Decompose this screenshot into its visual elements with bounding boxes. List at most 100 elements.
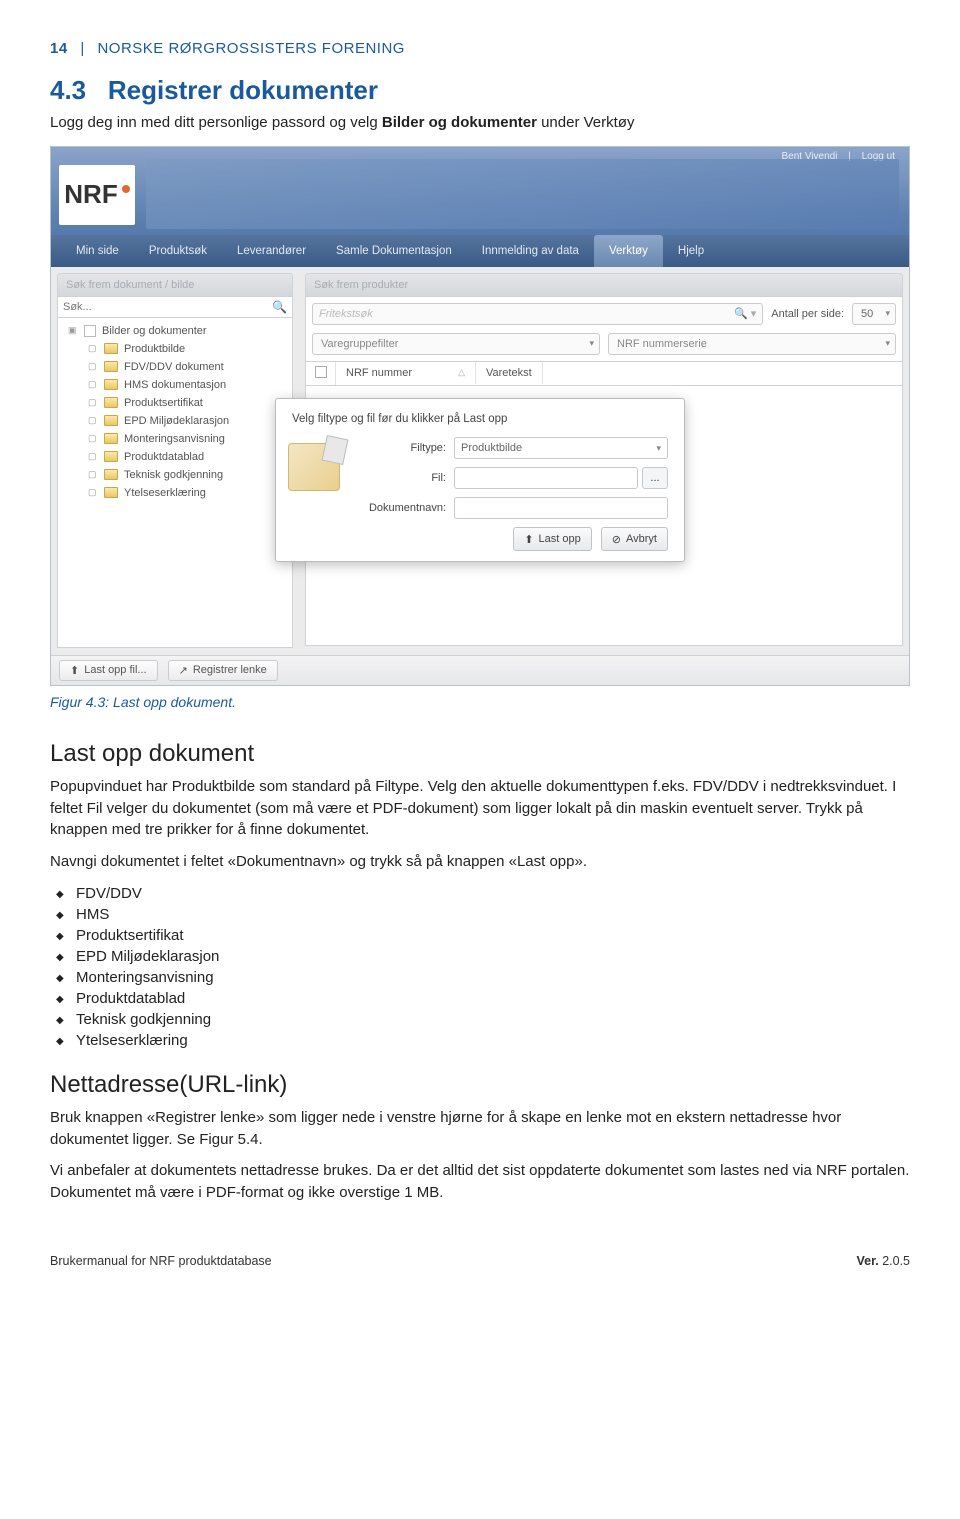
button-label: Last opp fil...	[84, 664, 146, 676]
footer-right: Ver. 2.0.5	[856, 1254, 910, 1268]
tree-item-produktdatablad[interactable]: ▢ Produktdatablad	[80, 448, 290, 466]
last-opp-p1: Popupvinduet har Produktbilde som standa…	[50, 776, 910, 841]
link-icon: ↗	[179, 664, 188, 677]
right-pane-header: Søk frem produkter	[305, 273, 903, 297]
freetext-placeholder: Fritekstsøk	[319, 308, 373, 320]
folder-icon	[104, 433, 118, 444]
col-varetekst[interactable]: Varetekst	[476, 362, 543, 384]
filter-label: Varegruppefilter	[321, 338, 398, 350]
per-page-label: Antall per side:	[771, 308, 844, 320]
filtype-select[interactable]: Produktbilde	[454, 437, 668, 459]
nav-leverandorer[interactable]: Leverandører	[222, 235, 321, 267]
expand-icon[interactable]: ▢	[88, 469, 98, 480]
folder-icon	[104, 415, 118, 426]
cancel-icon: ⊘	[612, 533, 621, 546]
footer-version-label: Ver.	[856, 1254, 878, 1268]
tree-children: ▢ Produktbilde ▢ FDV/DDV dokument ▢HMS dok…	[60, 340, 290, 502]
folder-icon	[104, 343, 118, 354]
folder-icon	[104, 361, 118, 372]
intro-text-post: under Verktøy	[537, 114, 635, 131]
last-opp-heading: Last opp dokument	[50, 740, 910, 768]
freetext-search[interactable]: Fritekstsøk 🔍 ▾	[312, 303, 763, 325]
browse-button[interactable]: ...	[642, 467, 668, 489]
upload-button[interactable]: ⬆ Last opp	[513, 527, 591, 551]
tree-item-ytelseserklaering[interactable]: ▢Ytelseserklæring	[80, 484, 290, 502]
doc-search-row: 🔍	[57, 297, 293, 318]
expand-icon[interactable]: ▢	[88, 397, 98, 408]
tree-label: Produktbilde	[124, 343, 185, 355]
nrf-nummerserie-filter[interactable]: NRF nummerserie	[608, 333, 896, 355]
left-pane-header: Søk frem dokument / bilde	[57, 273, 293, 297]
nav-produktsok[interactable]: Produktsøk	[134, 235, 222, 267]
folder-icon	[104, 451, 118, 462]
cancel-button[interactable]: ⊘ Avbryt	[601, 527, 668, 551]
button-label: Last opp	[539, 533, 581, 545]
tree-label: Monteringsanvisning	[124, 433, 225, 445]
page-number: 14	[50, 40, 68, 57]
upload-illustration-icon	[288, 443, 340, 491]
app-screenshot: Bent Vivendi | Logg ut NRF Min side Prod…	[50, 146, 910, 686]
col-nrf-nummer[interactable]: NRF nummer△	[336, 362, 476, 384]
expand-icon[interactable]: ▢	[88, 487, 98, 498]
document-type-list: FDV/DDV HMS Produktsertifikat EPD Miljød…	[50, 883, 910, 1051]
left-pane: Søk frem dokument / bilde 🔍 ▣ Bilder og …	[51, 267, 299, 655]
varegruppe-filter[interactable]: Varegruppefilter	[312, 333, 600, 355]
expand-icon[interactable]: ▢	[88, 343, 98, 354]
folder-icon	[104, 487, 118, 498]
select-all-cell[interactable]	[306, 362, 336, 385]
url-p1: Bruk knappen «Registrer lenke» som ligge…	[50, 1107, 910, 1151]
nav-samle-dokumentasjon[interactable]: Samle Dokumentasjon	[321, 235, 467, 267]
document-tree: ▣ Bilder og dokumenter ▢ Produktbilde ▢ FD…	[57, 318, 293, 648]
nav-hjelp[interactable]: Hjelp	[663, 235, 719, 267]
dokumentnavn-label: Dokumentnavn:	[350, 502, 446, 514]
nav-innmelding[interactable]: Innmelding av data	[467, 235, 594, 267]
button-label: Avbryt	[626, 533, 657, 545]
expand-icon[interactable]: ▢	[88, 361, 98, 372]
modal-title: Velg filtype og fil før du klikker på La…	[292, 413, 668, 425]
tree-root[interactable]: ▣ Bilder og dokumenter	[60, 322, 290, 340]
filter-label: NRF nummerserie	[617, 338, 707, 350]
list-item: FDV/DDV	[76, 883, 910, 904]
nav-min-side[interactable]: Min side	[61, 235, 134, 267]
register-link-button[interactable]: ↗ Registrer lenke	[168, 660, 278, 681]
footer-left: Brukermanual for NRF produktdatabase	[50, 1254, 272, 1268]
per-page-select[interactable]: 50	[852, 303, 896, 325]
nrf-logo: NRF	[59, 165, 135, 225]
filtype-value: Produktbilde	[461, 442, 522, 454]
header-separator: |	[80, 40, 84, 57]
search-icon[interactable]: 🔍	[272, 300, 287, 314]
expand-icon[interactable]: ▢	[88, 451, 98, 462]
upload-icon: ⬆	[524, 533, 533, 546]
tree-label: FDV/DDV dokument	[124, 361, 224, 373]
tree-item-montering[interactable]: ▢ Monteringsanvisning	[80, 430, 290, 448]
tree-item-produktsertifikat[interactable]: ▢Produktsertifikat	[80, 394, 290, 412]
expand-icon[interactable]: ▢	[88, 433, 98, 444]
checkbox-icon[interactable]	[315, 366, 327, 378]
doc-icon	[84, 325, 96, 337]
list-item: Produktdatablad	[76, 988, 910, 1009]
last-opp-p2: Navngi dokumentet i feltet «Dokumentnavn…	[50, 851, 910, 873]
collapse-icon[interactable]: ▣	[68, 325, 78, 336]
expand-icon[interactable]: ▢	[88, 379, 98, 390]
expand-icon[interactable]: ▢	[88, 415, 98, 426]
intro-text-pre: Logg deg inn med ditt personlige passord…	[50, 114, 382, 131]
banner-illustration	[146, 159, 899, 229]
tree-item-teknisk[interactable]: ▢Teknisk godkjenning	[80, 466, 290, 484]
tree-item-produktbilde[interactable]: ▢ Produktbilde	[80, 340, 290, 358]
doc-search-input[interactable]	[63, 301, 272, 313]
tree-item-fdv-ddv[interactable]: ▢ FDV/DDV dokument	[80, 358, 290, 376]
list-item: HMS	[76, 904, 910, 925]
nav-verktoy[interactable]: Verktøy	[594, 235, 663, 267]
fil-input[interactable]	[454, 467, 638, 489]
tree-item-hms[interactable]: ▢HMS dokumentasjon	[80, 376, 290, 394]
upload-file-button[interactable]: ⬆ Last opp fil...	[59, 660, 158, 681]
dokumentnavn-input[interactable]	[454, 497, 668, 519]
search-icon[interactable]: 🔍 ▾	[734, 307, 756, 320]
tree-item-epd[interactable]: ▢EPD Miljødeklarasjon	[80, 412, 290, 430]
list-item: EPD Miljødeklarasjon	[76, 946, 910, 967]
tree-label: Produktdatablad	[124, 451, 204, 463]
section-title: Registrer dokumenter	[108, 75, 378, 105]
org-name: NORSKE RØRGROSSISTERS FORENING	[97, 40, 405, 57]
per-page-value: 50	[861, 308, 873, 320]
list-item: Monteringsanvisning	[76, 967, 910, 988]
